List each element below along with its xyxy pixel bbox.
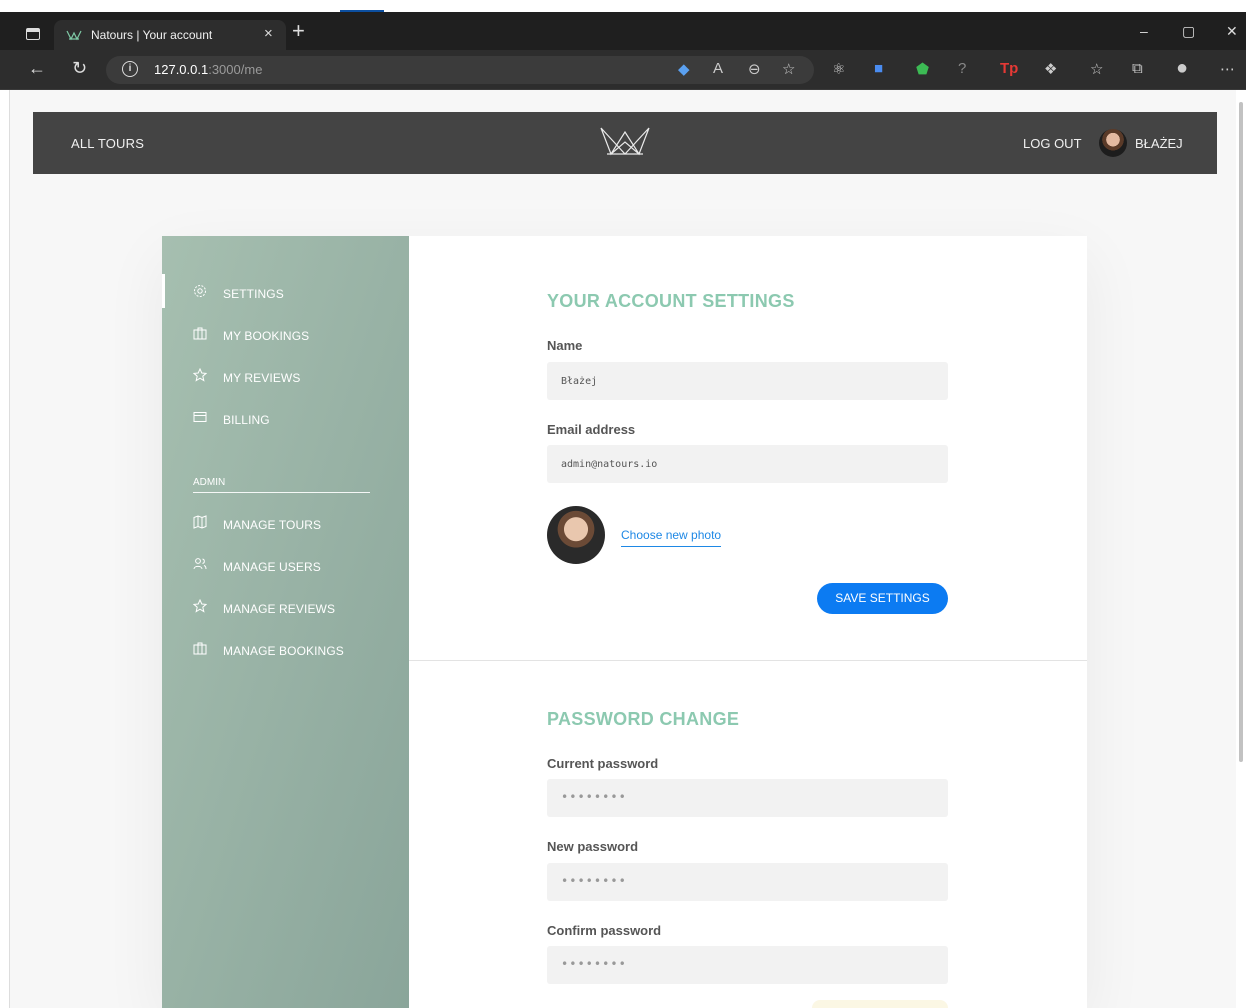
map-icon — [193, 515, 211, 532]
site-header: ALL TOURS LOG OUT BŁAŻEJ — [33, 112, 1217, 174]
new-password-label: New password — [547, 839, 639, 854]
sidebar-item-manage-bookings[interactable]: MANAGE BOOKINGS — [193, 641, 344, 658]
sidebar-active-indicator — [162, 274, 165, 308]
read-aloud-icon[interactable]: A — [713, 60, 723, 77]
natours-logo-icon[interactable] — [597, 124, 653, 163]
choose-photo-link[interactable]: Choose new photo — [621, 528, 722, 547]
refresh-icon[interactable]: ↻ — [72, 58, 87, 79]
tab-title: Natours | Your account — [91, 28, 213, 42]
new-tab-button[interactable]: + — [292, 20, 305, 42]
back-icon[interactable]: ← — [28, 58, 46, 79]
sidebar-item-manage-tours[interactable]: MANAGE TOURS — [193, 515, 321, 532]
sidebar-item-label: MANAGE TOURS — [223, 518, 322, 532]
sidebar-item-my-bookings[interactable]: MY BOOKINGS — [193, 326, 309, 343]
credit-card-icon — [193, 410, 211, 427]
sidebar-item-label: MANAGE BOOKINGS — [223, 644, 344, 658]
admin-divider — [193, 492, 370, 493]
collections-icon[interactable]: ⧉ — [1132, 60, 1143, 77]
profile-icon[interactable]: ● — [1176, 57, 1188, 80]
name-input[interactable] — [547, 362, 948, 400]
favorite-add-icon[interactable]: ☆ — [782, 60, 795, 78]
sidebar-item-manage-users[interactable]: MANAGE USERS — [193, 557, 321, 574]
close-window-icon[interactable]: ✕ — [1226, 23, 1238, 40]
briefcase-icon — [193, 326, 211, 343]
browser-tab[interactable]: Natours | Your account × — [54, 20, 286, 52]
star-icon — [192, 367, 211, 385]
sidebar-item-label: BILLING — [223, 413, 270, 427]
save-password-button[interactable] — [812, 1000, 948, 1008]
url-text[interactable]: 127.0.0.1:3000/me — [154, 62, 262, 77]
tag-icon[interactable]: ◆ — [678, 60, 690, 78]
password-change-title: PASSWORD CHANGE — [547, 709, 740, 729]
tab-close-icon[interactable]: × — [264, 25, 273, 42]
new-password-input[interactable]: •••••••• — [547, 863, 948, 901]
email-label: Email address — [547, 422, 636, 437]
current-password-label: Current password — [547, 756, 659, 771]
sidebar-item-label: SETTINGS — [223, 287, 284, 301]
confirm-password-input[interactable]: •••••••• — [547, 946, 948, 984]
account-settings-title: YOUR ACCOUNT SETTINGS — [547, 291, 795, 311]
tab-actions-icon[interactable] — [26, 28, 40, 40]
settings-icon — [193, 284, 211, 301]
sidebar-item-label: MANAGE USERS — [223, 560, 321, 574]
minimize-icon[interactable]: – — [1140, 23, 1148, 39]
log-out-link[interactable]: LOG OUT — [1023, 136, 1082, 151]
page-left-gutter — [0, 90, 10, 1008]
star-icon — [192, 598, 211, 616]
favorites-icon[interactable]: ☆ — [1090, 60, 1103, 78]
current-password-input[interactable]: •••••••• — [547, 779, 948, 817]
section-divider — [409, 660, 1087, 661]
sidebar-item-my-reviews[interactable]: MY REVIEWS — [192, 367, 301, 385]
admin-heading: ADMIN — [193, 477, 226, 488]
save-settings-button[interactable]: SAVE SETTINGS — [817, 583, 948, 614]
sidebar-item-label: MY REVIEWS — [223, 371, 301, 385]
tp-extension-icon[interactable]: Tp — [1000, 60, 1018, 77]
user-photo — [547, 506, 605, 564]
sidebar-item-label: MY BOOKINGS — [223, 329, 310, 343]
user-name-link[interactable]: BŁAŻEJ — [1135, 136, 1183, 151]
unknown-extension-icon[interactable]: ? — [958, 60, 966, 77]
site-info-icon[interactable]: i — [122, 61, 138, 77]
puzzle-extension-icon[interactable]: ❖ — [1044, 60, 1057, 78]
sidebar-item-manage-reviews[interactable]: MANAGE REVIEWS — [192, 598, 336, 616]
zoom-out-icon[interactable]: ⊖ — [748, 60, 761, 78]
account-sidebar — [162, 236, 409, 1008]
name-label: Name — [547, 338, 583, 353]
email-input[interactable] — [547, 445, 948, 483]
scrollbar-thumb[interactable] — [1239, 102, 1243, 762]
extension-icon[interactable]: ■ — [874, 60, 883, 77]
sidebar-item-settings[interactable]: SETTINGS — [193, 284, 284, 301]
user-avatar[interactable] — [1099, 129, 1127, 157]
more-options-icon[interactable]: ⋯ — [1220, 60, 1235, 78]
confirm-password-label: Confirm password — [547, 923, 662, 938]
natours-favicon-icon — [66, 28, 82, 46]
react-devtools-icon[interactable]: ⚛ — [832, 60, 845, 78]
sidebar-item-billing[interactable]: BILLING — [193, 410, 270, 427]
users-icon — [193, 557, 211, 574]
shield-extension-icon[interactable]: ⬟ — [916, 60, 929, 78]
maximize-icon[interactable]: ▢ — [1182, 23, 1195, 40]
all-tours-link[interactable]: ALL TOURS — [71, 136, 144, 151]
page-scrollbar[interactable] — [1236, 90, 1246, 1008]
browser-top-strip — [0, 0, 1246, 12]
briefcase-icon — [193, 641, 211, 658]
sidebar-item-label: MANAGE REVIEWS — [223, 602, 336, 616]
